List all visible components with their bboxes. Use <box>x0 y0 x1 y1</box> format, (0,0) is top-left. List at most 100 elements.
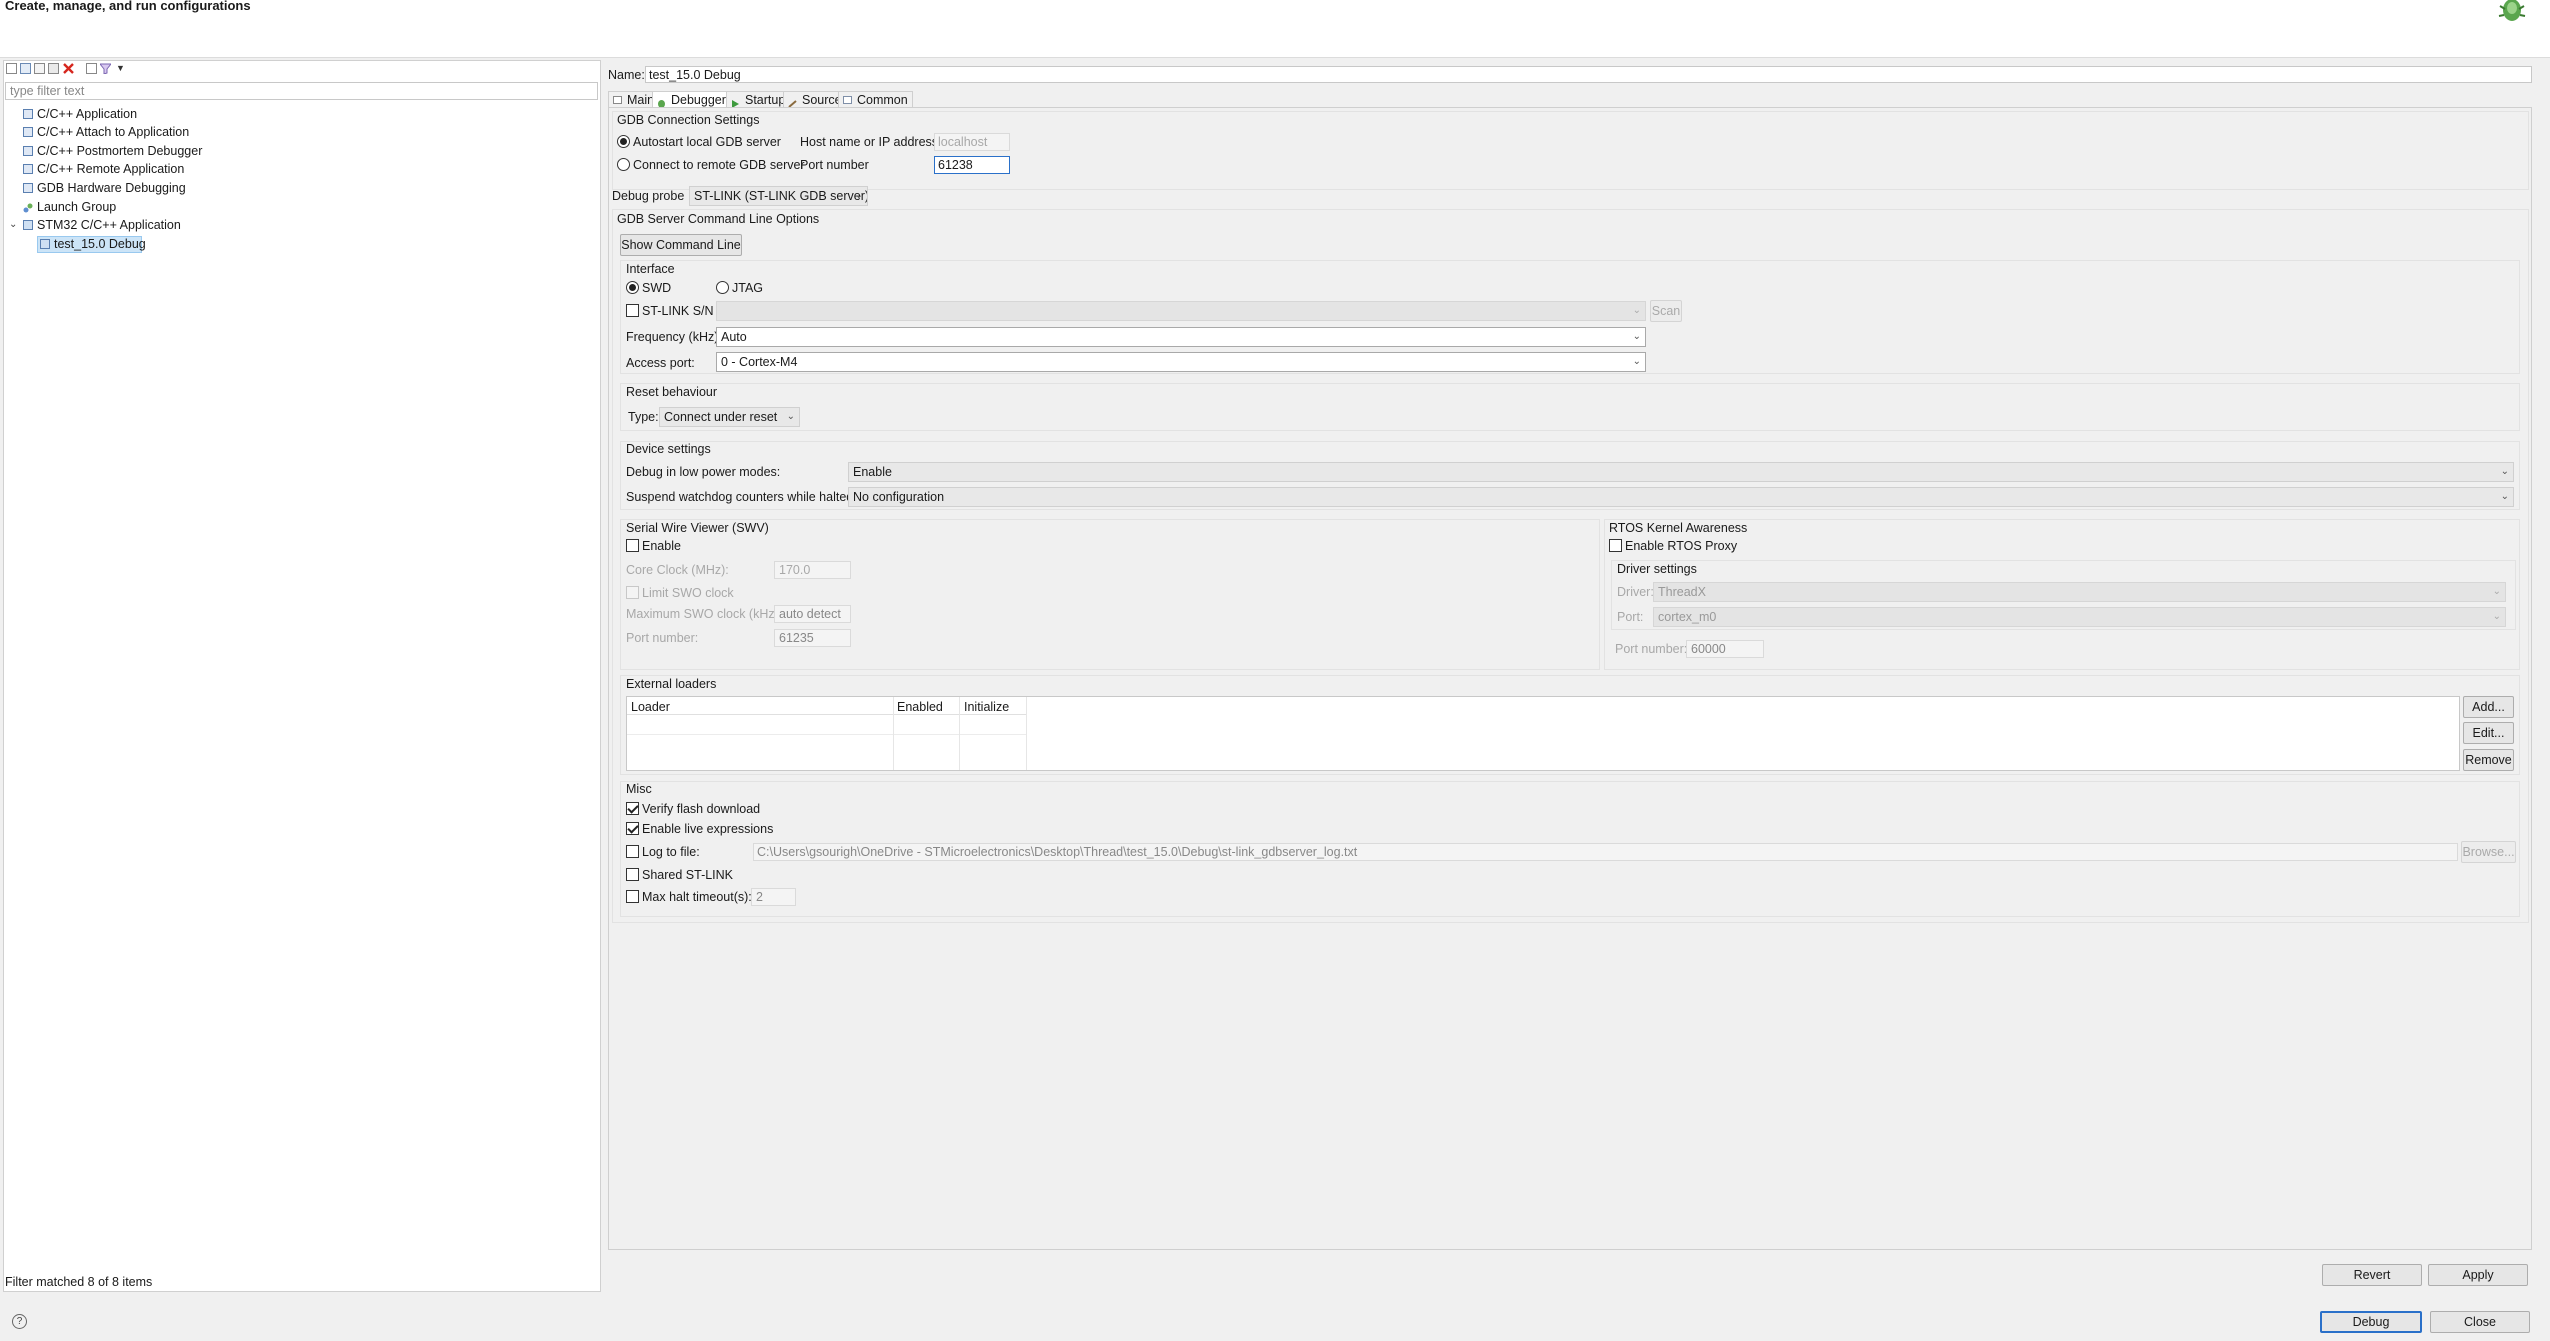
new-config-icon[interactable] <box>6 63 17 74</box>
core-clock-value: 170.0 <box>779 563 811 577</box>
show-command-line-button[interactable]: Show Command Line <box>620 234 742 256</box>
tree-item-label: GDB Hardware Debugging <box>37 181 186 195</box>
launch-group-icon <box>23 202 33 213</box>
log-path-value: C:\Users\gsourigh\OneDrive - STMicroelec… <box>757 845 1358 859</box>
debugger-tab-icon <box>657 96 666 108</box>
live-expressions-label: Enable live expressions <box>642 822 774 836</box>
chevron-down-icon[interactable]: ⌄ <box>9 217 17 233</box>
frequency-label: Frequency (kHz): <box>626 330 722 344</box>
debug-probe-label: Debug probe <box>612 189 685 203</box>
loaders-column-initialize[interactable]: Initialize <box>964 699 1009 715</box>
add-loader-button[interactable]: Add... <box>2463 696 2514 718</box>
remove-loader-button[interactable]: Remove <box>2463 749 2514 771</box>
remote-label: Connect to remote GDB server <box>633 158 805 172</box>
debug-button[interactable]: Debug <box>2320 1311 2422 1333</box>
stlink-sn-select[interactable]: ⌄ <box>716 301 1646 321</box>
reset-behaviour-title: Reset behaviour <box>626 385 718 399</box>
rtos-proxy-checkbox[interactable] <box>1609 539 1622 552</box>
cpp-config-type-icon <box>23 183 33 193</box>
log-to-file-label: Log to file: <box>642 845 700 859</box>
watchdog-select[interactable]: No configuration ⌄ <box>848 487 2514 507</box>
apply-button[interactable]: Apply <box>2428 1264 2528 1286</box>
tab-label: Common <box>857 93 908 107</box>
header-bar <box>0 0 2550 58</box>
filter-input[interactable] <box>5 82 598 100</box>
log-to-file-checkbox[interactable] <box>626 845 639 858</box>
watchdog-label: Suspend watchdog counters while halted: <box>626 490 857 504</box>
driver-value: ThreadX <box>1658 585 1706 599</box>
swv-port-label: Port number: <box>626 631 699 645</box>
verify-flash-label: Verify flash download <box>642 802 761 816</box>
tab-label: Main <box>627 93 655 107</box>
reset-type-select[interactable]: Connect under reset ⌄ <box>659 407 800 427</box>
startup-tab-icon <box>731 96 740 108</box>
rtos-port-label: Port: <box>1617 610 1644 624</box>
cpp-config-type-icon <box>23 109 33 119</box>
swd-radio[interactable] <box>626 281 639 294</box>
debug-probe-value: ST-LINK (ST-LINK GDB server) <box>694 189 868 203</box>
driver-select[interactable]: ThreadX ⌄ <box>1653 582 2506 602</box>
chevron-down-icon: ⌄ <box>2492 611 2501 622</box>
cpp-config-type-icon <box>23 164 33 174</box>
low-power-value: Enable <box>853 465 892 479</box>
tab-startup[interactable]: Startup <box>726 91 791 108</box>
device-settings-title: Device settings <box>626 442 711 456</box>
swv-title: Serial Wire Viewer (SWV) <box>626 521 769 535</box>
remote-radio[interactable] <box>617 158 630 171</box>
duplicate-icon[interactable] <box>48 63 59 74</box>
filter-icon[interactable] <box>98 63 113 75</box>
filter-status: Filter matched 8 of 8 items <box>5 1275 153 1289</box>
frequency-select[interactable]: Auto ⌄ <box>716 327 1646 347</box>
debug-probe-select[interactable]: ST-LINK (ST-LINK GDB server) ⌄ <box>689 186 868 206</box>
chevron-down-icon: ⌄ <box>2500 491 2509 502</box>
export-icon[interactable] <box>34 63 45 74</box>
scan-button[interactable]: Scan <box>1650 300 1682 322</box>
name-input[interactable] <box>645 66 2532 83</box>
tab-debugger[interactable]: Debugger <box>652 91 731 108</box>
port-number-label: Port number <box>800 158 869 172</box>
loaders-column-loader[interactable]: Loader <box>631 699 670 715</box>
browse-button[interactable]: Browse... <box>2461 841 2516 863</box>
filter-placeholder: type filter text <box>10 84 85 98</box>
name-label: Name: <box>608 68 645 82</box>
live-expressions-checkbox[interactable] <box>626 822 639 835</box>
access-port-value: 0 - Cortex-M4 <box>721 355 798 369</box>
core-clock-label: Core Clock (MHz): <box>626 563 729 577</box>
reset-type-value: Connect under reset <box>664 410 778 424</box>
rtos-proxy-label: Enable RTOS Proxy <box>1625 539 1738 553</box>
rtos-port-select[interactable]: cortex_m0 ⌄ <box>1653 607 2506 627</box>
frequency-value: Auto <box>721 330 747 344</box>
tab-common[interactable]: Common <box>838 91 913 107</box>
edit-loader-button[interactable]: Edit... <box>2463 722 2514 744</box>
gdb-server-options-title: GDB Server Command Line Options <box>617 212 820 226</box>
chevron-down-icon: ⌄ <box>786 411 795 422</box>
collapse-all-icon[interactable] <box>86 63 97 74</box>
max-halt-checkbox[interactable] <box>626 890 639 903</box>
revert-button[interactable]: Revert <box>2322 1264 2422 1286</box>
cpp-config-type-icon <box>23 146 33 156</box>
rtos-port-value: cortex_m0 <box>1658 610 1717 624</box>
low-power-select[interactable]: Enable ⌄ <box>848 462 2514 482</box>
autostart-radio[interactable] <box>617 135 630 148</box>
view-menu-icon[interactable]: ▼ <box>116 63 127 74</box>
close-button[interactable]: Close <box>2430 1311 2530 1333</box>
new-prototype-icon[interactable] <box>20 63 31 74</box>
tree-item-label: C/C++ Attach to Application <box>37 125 190 139</box>
loaders-col-divider-1 <box>893 697 894 770</box>
shared-stlink-label: Shared ST-LINK <box>642 868 734 882</box>
swv-enable-checkbox[interactable] <box>626 539 639 552</box>
dialog-title: Create, manage, and run configurations <box>5 0 251 13</box>
limit-swo-label: Limit SWO clock <box>642 586 734 600</box>
help-icon[interactable]: ? <box>12 1314 27 1329</box>
limit-swo-checkbox[interactable] <box>626 586 639 599</box>
verify-flash-checkbox[interactable] <box>626 802 639 815</box>
jtag-radio[interactable] <box>716 281 729 294</box>
stlink-sn-checkbox[interactable] <box>626 304 639 317</box>
shared-stlink-checkbox[interactable] <box>626 868 639 881</box>
access-port-select[interactable]: 0 - Cortex-M4 ⌄ <box>716 352 1646 372</box>
autostart-label: Autostart local GDB server <box>633 135 781 149</box>
loaders-column-enabled[interactable]: Enabled <box>897 699 943 715</box>
delete-icon[interactable] <box>63 63 74 74</box>
watchdog-value: No configuration <box>853 490 945 504</box>
tab-label: Debugger <box>671 93 726 107</box>
